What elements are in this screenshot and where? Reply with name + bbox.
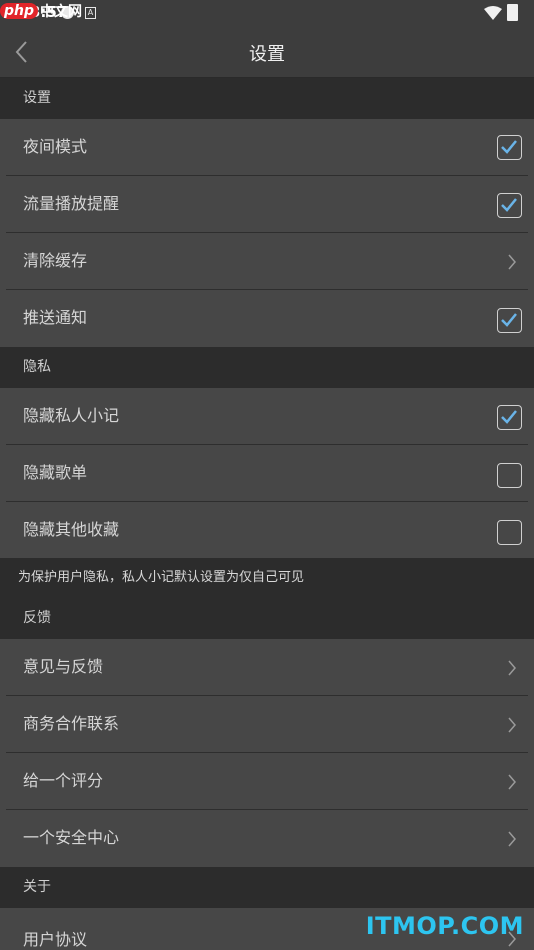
setting-row-rate-app[interactable]: 给一个评分 bbox=[0, 753, 534, 810]
privacy-note: 为保护用户隐私，私人小记默认设置为仅自己可见 bbox=[0, 558, 534, 598]
setting-row-hide-other-favorites[interactable]: 隐藏其他收藏 bbox=[0, 502, 534, 559]
watermark-logo: php 中文网 bbox=[0, 0, 82, 22]
chevron-right-icon bbox=[508, 717, 516, 733]
section-header-privacy: 隐私 bbox=[0, 347, 534, 388]
data-playback-alert-checkbox[interactable] bbox=[497, 193, 522, 218]
section-header-settings: 设置 bbox=[0, 78, 534, 119]
setting-row-security-center[interactable]: 一个安全中心 bbox=[0, 810, 534, 867]
setting-row-push-notifications[interactable]: 推送通知 bbox=[0, 290, 534, 347]
setting-row-clear-cache[interactable]: 清除缓存 bbox=[0, 233, 534, 290]
chevron-right-icon bbox=[508, 774, 516, 790]
night-mode-checkbox[interactable] bbox=[497, 135, 522, 160]
chevron-right-icon bbox=[508, 660, 516, 676]
setting-row-data-playback-alert[interactable]: 流量播放提醒 bbox=[0, 176, 534, 233]
site-watermark: ITMOP.COM bbox=[365, 912, 524, 940]
nav-bar: 设置 bbox=[0, 26, 534, 78]
chevron-right-icon bbox=[508, 254, 516, 270]
setting-row-feedback[interactable]: 意见与反馈 bbox=[0, 639, 534, 696]
row-label: 用户协议 bbox=[23, 930, 88, 949]
setting-row-hide-private-notes[interactable]: 隐藏私人小记 bbox=[0, 388, 534, 445]
checkmark-icon bbox=[501, 198, 517, 212]
push-notifications-checkbox[interactable] bbox=[497, 308, 522, 333]
checkmark-icon bbox=[501, 410, 517, 424]
setting-row-night-mode[interactable]: 夜间模式 bbox=[0, 119, 534, 176]
row-label: 推送通知 bbox=[23, 308, 88, 327]
row-label: 夜间模式 bbox=[23, 137, 88, 156]
checkmark-icon bbox=[501, 140, 517, 154]
row-label: 隐藏私人小记 bbox=[23, 406, 120, 425]
section-header-about: 关于 bbox=[0, 867, 534, 908]
chevron-right-icon bbox=[508, 831, 516, 847]
row-label: 一个安全中心 bbox=[23, 828, 120, 847]
row-label: 清除缓存 bbox=[23, 251, 88, 270]
app-notification-icon: A bbox=[85, 7, 96, 19]
watermark-logo-cn: 中文网 bbox=[40, 4, 83, 20]
wifi-icon bbox=[484, 6, 502, 20]
row-label: 商务合作联系 bbox=[23, 714, 120, 733]
row-label: 意见与反馈 bbox=[23, 657, 104, 676]
checkmark-icon bbox=[501, 313, 517, 327]
section-header-feedback: 反馈 bbox=[0, 598, 534, 639]
row-label: 给一个评分 bbox=[23, 771, 104, 790]
hide-other-favorites-checkbox[interactable] bbox=[497, 520, 522, 545]
setting-row-hide-playlists[interactable]: 隐藏歌单 bbox=[0, 445, 534, 502]
hide-private-notes-checkbox[interactable] bbox=[497, 405, 522, 430]
battery-icon bbox=[507, 4, 518, 21]
watermark-logo-php: php bbox=[0, 3, 39, 19]
setting-row-business-contact[interactable]: 商务合作联系 bbox=[0, 696, 534, 753]
row-label: 隐藏其他收藏 bbox=[23, 520, 120, 539]
row-label: 隐藏歌单 bbox=[23, 463, 88, 482]
page-title: 设置 bbox=[249, 44, 285, 65]
hide-playlists-checkbox[interactable] bbox=[497, 463, 522, 488]
row-label: 流量播放提醒 bbox=[23, 194, 120, 213]
